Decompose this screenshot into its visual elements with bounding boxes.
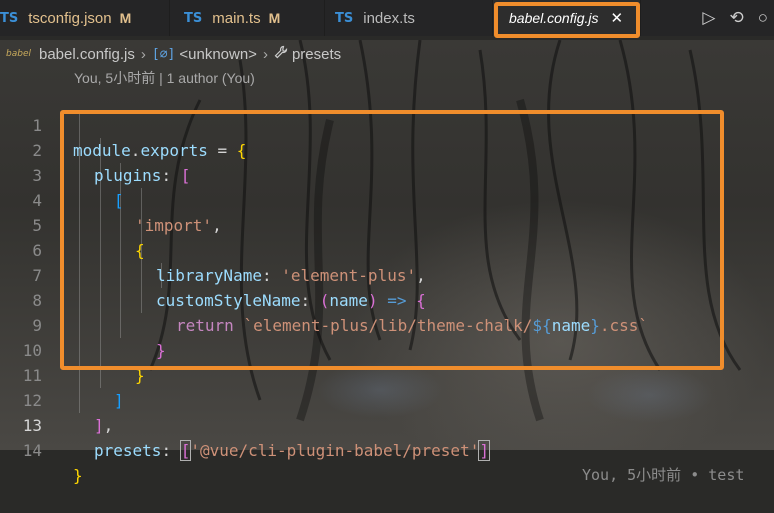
code-line: 10 }	[0, 313, 774, 385]
code-line: 5 {	[0, 188, 774, 260]
tab-babel-config[interactable]: babel.config.js ✕	[493, 0, 641, 36]
breadcrumb-property[interactable]: presets	[292, 46, 341, 63]
circle-icon[interactable]: ○	[758, 8, 768, 28]
code-line: 8 return `element-plus/lib/theme-chalk/$…	[0, 263, 774, 335]
code-line: 2 plugins: [	[0, 113, 774, 185]
code-line: 11 ]	[0, 338, 774, 410]
breadcrumb-symbol[interactable]: <unknown>	[179, 46, 257, 63]
token: '@vue/cli-plugin-babel/preset'	[190, 441, 480, 460]
close-icon[interactable]: ✕	[611, 9, 624, 27]
code-line: 9 }	[0, 288, 774, 360]
codelens-blame[interactable]: You, 5小时前 | 1 author (You)	[74, 68, 255, 88]
code-line: 12 ],	[0, 363, 774, 435]
wrench-icon	[274, 45, 288, 63]
tab-label: tsconfig.json	[28, 9, 112, 27]
chevron-right-icon: ›	[140, 45, 146, 63]
editor-tab-bar: TS tsconfig.json M TS main.ts M TS index…	[0, 0, 774, 36]
line-number: 14	[22, 441, 42, 460]
code-line: 14 }	[0, 413, 774, 485]
code-editor[interactable]: 1 module.exports = { 2 plugins: [ 3 [ 4 …	[0, 88, 774, 485]
typescript-icon: TS	[0, 10, 19, 26]
modified-badge: M	[268, 10, 281, 26]
token: ]	[478, 440, 490, 461]
code-line: 1 module.exports = {	[0, 88, 774, 160]
breadcrumb: babel babel.config.js › [⌀] <unknown> › …	[0, 42, 341, 66]
code-line: 3 [	[0, 138, 774, 210]
typescript-icon: TS	[184, 10, 203, 26]
tab-label: main.ts	[212, 9, 261, 27]
babel-file-icon: babel	[6, 49, 31, 59]
run-icon[interactable]: ▷	[702, 8, 715, 28]
token: }	[73, 466, 83, 485]
typescript-icon: TS	[335, 10, 354, 26]
tab-label: index.ts	[363, 9, 415, 27]
tab-main-ts[interactable]: TS main.ts M	[170, 0, 325, 36]
token: :	[161, 441, 181, 460]
symbol-variable-icon: [⌀]	[151, 46, 176, 62]
token: presets	[94, 441, 162, 460]
tab-label: babel.config.js	[509, 10, 599, 26]
tab-tsconfig[interactable]: TS tsconfig.json M	[0, 0, 170, 36]
code-line: 7 customStyleName: (name) => {	[0, 238, 774, 310]
source-control-icon[interactable]: ⟲	[729, 8, 743, 28]
code-line-current: 13 presets: ['@vue/cli-plugin-babel/pres…	[0, 388, 774, 484]
code-line: 4 'import',	[0, 163, 774, 235]
breadcrumb-file[interactable]: babel.config.js	[39, 46, 135, 63]
token: [	[179, 440, 192, 461]
tab-index-ts[interactable]: TS index.ts	[325, 0, 493, 36]
code-line: 6 libraryName: 'element-plus',	[0, 213, 774, 285]
inline-blame[interactable]: You, 5小时前 • test	[582, 463, 744, 488]
chevron-right-icon: ›	[262, 45, 268, 63]
modified-badge: M	[119, 10, 132, 26]
editor-actions: ▷ ⟲ ○	[702, 0, 774, 36]
